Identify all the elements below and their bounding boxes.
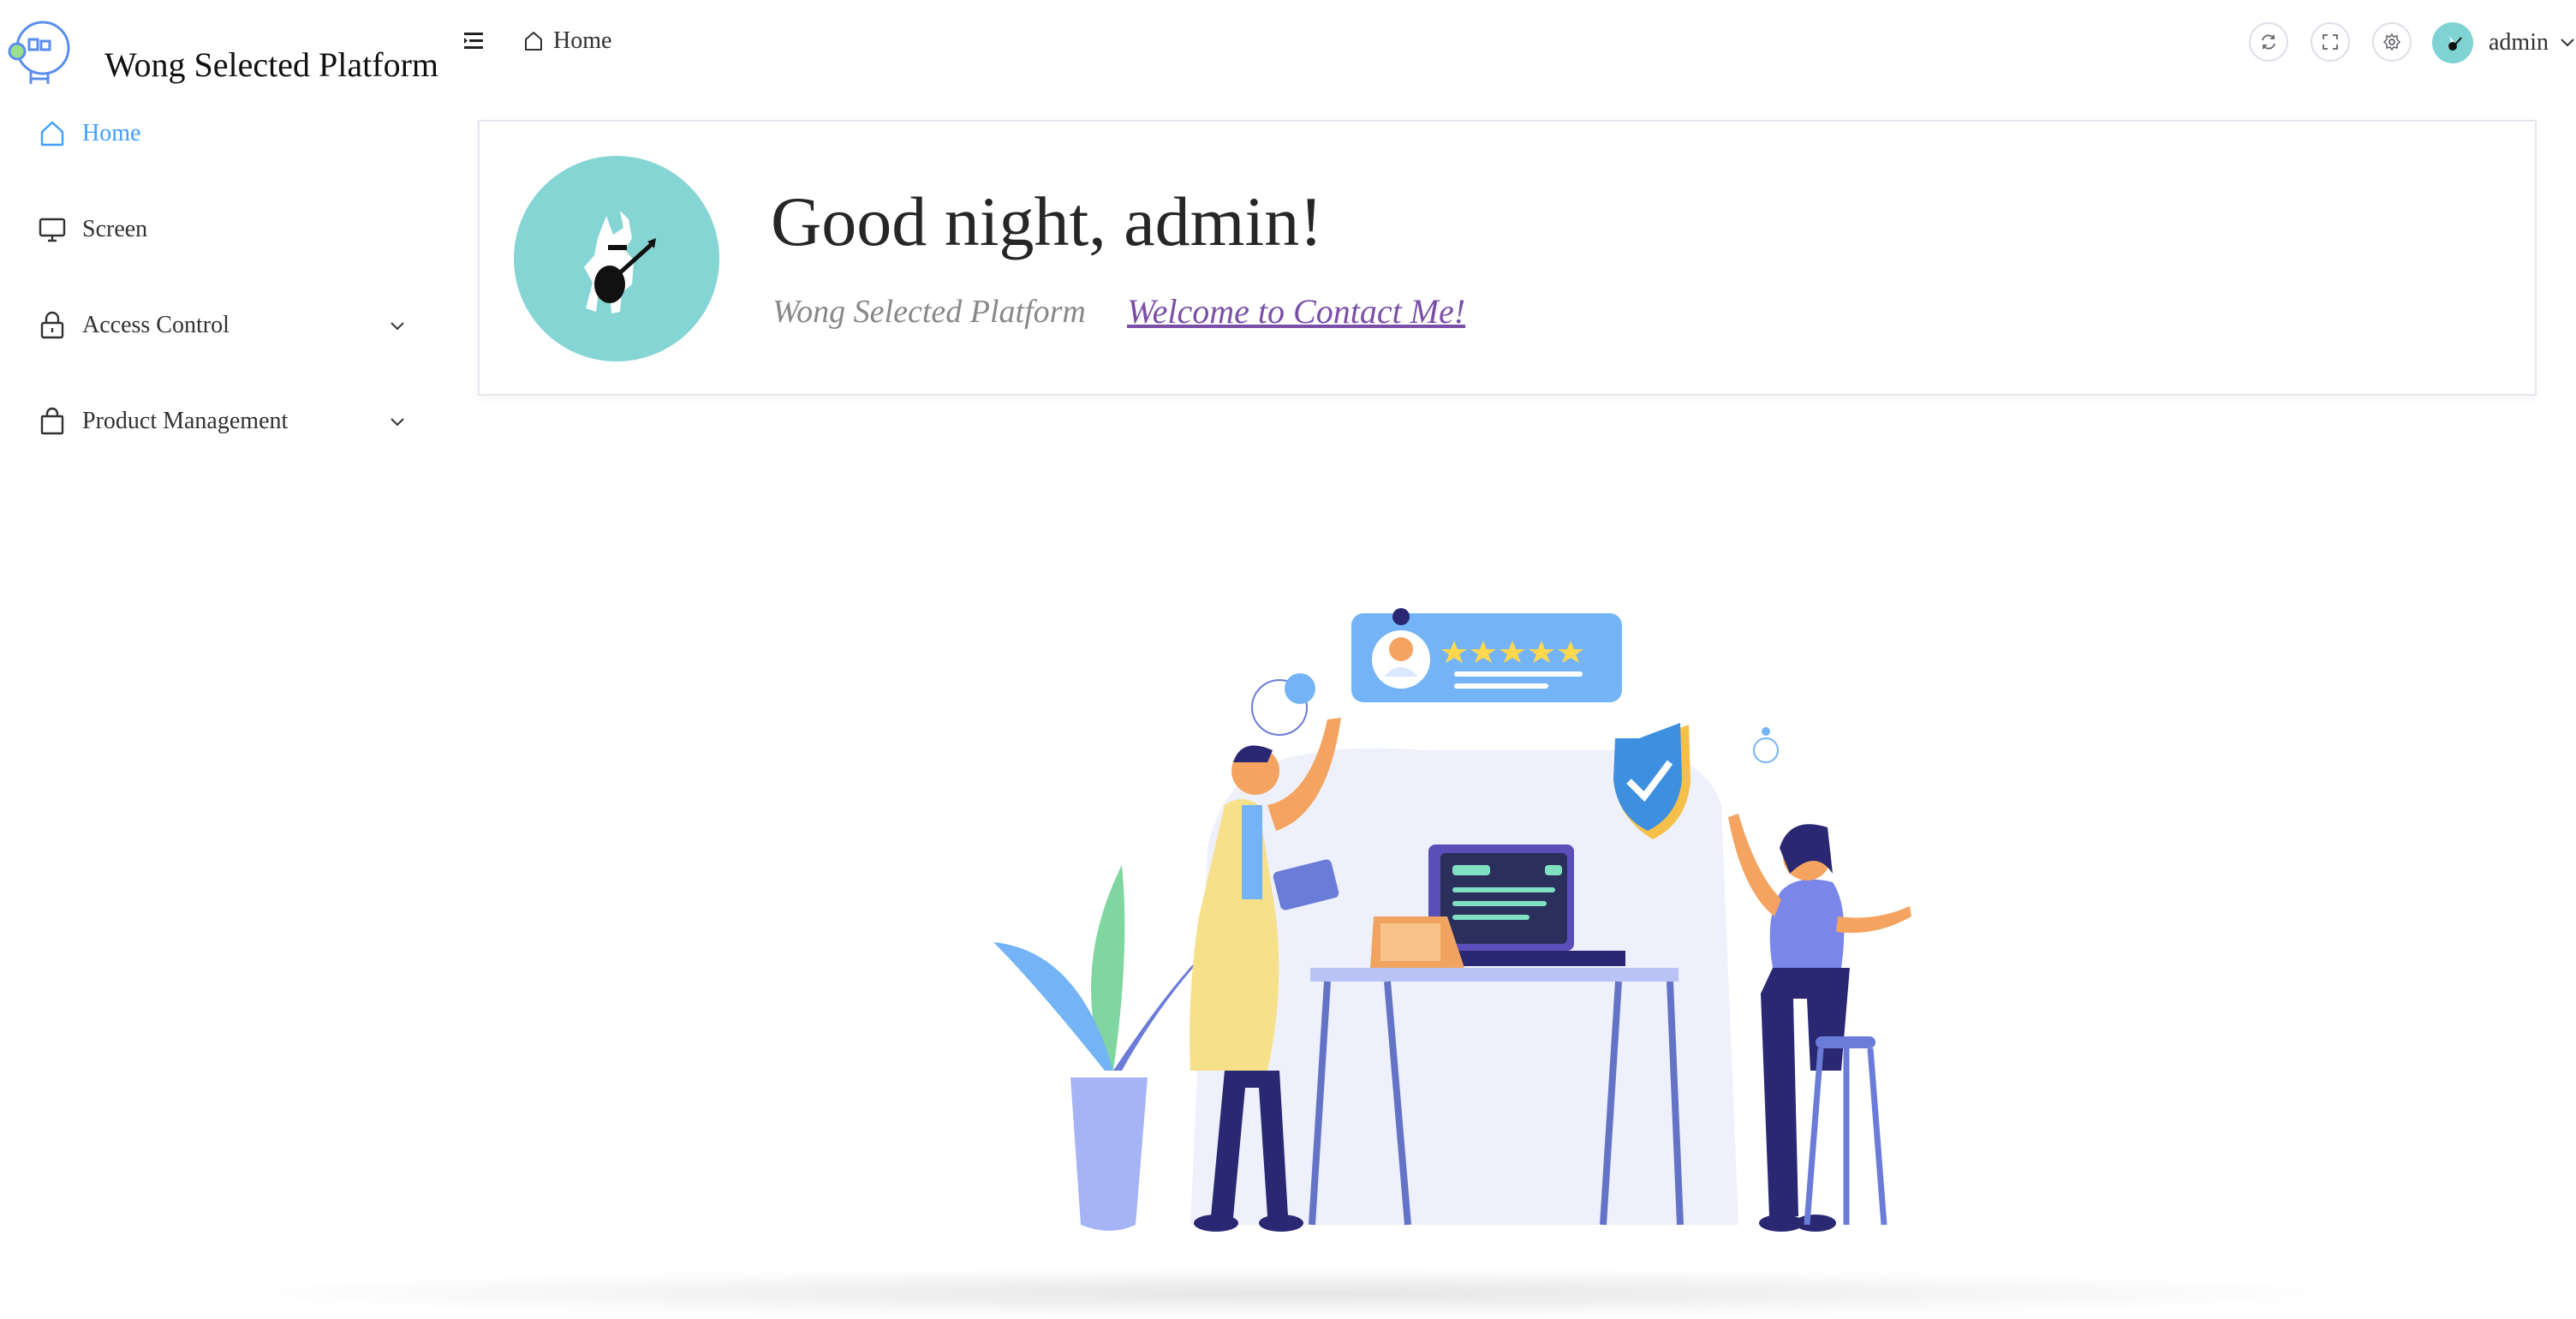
sidebar-item-home[interactable]: Home: [0, 91, 462, 176]
brand-title: Wong Selected Platform: [104, 45, 439, 84]
breadcrumb: Home: [522, 27, 611, 55]
menu-fold-icon[interactable]: [462, 29, 486, 53]
greeting-title: Good night, admin!: [771, 182, 1323, 260]
chevron-down-icon: [391, 322, 404, 331]
breadcrumb-item[interactable]: Home: [553, 27, 611, 55]
logo-icon: [8, 21, 70, 84]
sidebar-item-label: Home: [82, 120, 141, 146]
fullscreen-button[interactable]: [2311, 22, 2350, 62]
home-icon: [40, 121, 64, 146]
sidebar-item-access-control[interactable]: Access Control: [0, 283, 462, 368]
footer-shadow: [206, 1268, 2381, 1319]
home-icon: [525, 32, 542, 51]
sidebar-item-label: Screen: [82, 216, 148, 242]
lock-icon: [40, 311, 64, 339]
monitor-icon: [39, 218, 66, 242]
chevron-down-icon[interactable]: [2559, 34, 2576, 51]
avatar-image-icon: [2448, 36, 2462, 51]
sidebar: Wong Selected Platform Home Screen Acces…: [0, 0, 462, 1307]
sidebar-item-product-management[interactable]: Product Management: [0, 379, 462, 464]
sidebar-item-screen[interactable]: Screen: [0, 187, 462, 272]
settings-button[interactable]: [2372, 22, 2412, 62]
user-name[interactable]: admin: [2489, 29, 2549, 57]
profile-avatar: [514, 156, 719, 361]
refresh-icon: [2262, 34, 2275, 50]
platform-subtitle: Wong Selected Platform: [772, 294, 1086, 330]
settings-icon: [2382, 33, 2401, 51]
team-illustration: [993, 608, 1911, 1232]
fullscreen-icon: [2323, 34, 2338, 50]
sidebar-item-label: Access Control: [82, 312, 230, 338]
sidebar-item-label: Product Management: [82, 408, 289, 434]
avatar[interactable]: [2432, 22, 2473, 63]
chevron-down-icon: [391, 418, 404, 427]
refresh-button[interactable]: [2249, 22, 2288, 62]
contact-link[interactable]: Welcome to Contact Me!: [1127, 291, 1465, 331]
rabbit-guitar-icon: [584, 211, 656, 313]
welcome-card: Good night, admin! Wong Selected Platfor…: [478, 120, 2537, 396]
bag-icon: [40, 407, 64, 435]
